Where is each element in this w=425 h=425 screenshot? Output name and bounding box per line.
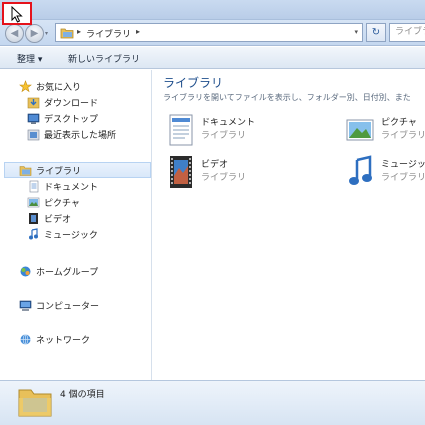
sidebar-item-label: お気に入り	[36, 82, 82, 93]
sidebar-item-label: ライブラリ	[36, 166, 82, 177]
sidebar-item-music[interactable]: ミュージック	[27, 226, 98, 242]
status-bar: 4 個の項目	[0, 380, 425, 425]
sidebar-item-recent-places[interactable]: 最近表示した場所	[27, 126, 116, 142]
command-toolbar: 整理 ▾ 新しいライブラリ	[0, 47, 425, 69]
documents-library-icon	[169, 114, 193, 146]
sidebar-item-network[interactable]: ネットワーク	[19, 331, 90, 347]
sidebar-item-pictures[interactable]: ピクチャ	[27, 194, 80, 210]
sidebar-item-label: ホームグループ	[36, 267, 99, 278]
refresh-button[interactable]: ↻	[366, 23, 386, 42]
library-item-music[interactable]: ミュージック ライブラリ	[345, 154, 425, 194]
library-item-name: ピクチャ	[381, 118, 417, 128]
library-folder-icon	[19, 165, 32, 176]
videos-library-icon	[170, 156, 192, 188]
music-icon	[29, 227, 38, 239]
homegroup-icon	[20, 266, 31, 276]
documents-icon	[29, 180, 39, 192]
sidebar-item-label: デスクトップ	[44, 114, 99, 125]
library-folder-icon	[60, 28, 74, 39]
music-library-icon	[349, 155, 372, 185]
sidebar-item-favorites[interactable]: お気に入り	[19, 78, 81, 94]
address-separator[interactable]: ▸	[136, 27, 140, 36]
sidebar-item-label: コンピューター	[36, 301, 100, 312]
forward-arrow-icon: ▶	[30, 28, 39, 39]
back-arrow-icon: ◀	[10, 28, 19, 39]
sidebar-item-downloads[interactable]: ダウンロード	[27, 94, 98, 110]
search-placeholder: ライブラリの検索	[395, 27, 425, 37]
sidebar-item-desktop[interactable]: デスクトップ	[27, 110, 98, 126]
sidebar-item-computer[interactable]: コンピューター	[19, 297, 99, 313]
sidebar-item-label: ダウンロード	[44, 98, 99, 109]
download-folder-icon	[27, 97, 40, 108]
library-item-videos[interactable]: ビデオ ライブラリ	[165, 154, 295, 194]
mouse-cursor-highlight	[2, 2, 32, 25]
library-item-pictures[interactable]: ピクチャ ライブラリ	[345, 112, 425, 152]
videos-icon	[29, 212, 38, 224]
pictures-library-icon	[346, 119, 374, 141]
network-icon	[20, 333, 31, 345]
pictures-icon	[27, 197, 40, 207]
sidebar-item-homegroup[interactable]: ホームグループ	[19, 263, 98, 279]
page-title: ライブラリ	[163, 76, 224, 90]
navigation-bar: ◀ ▶ ▾ ▸ ライブラリ ▸ ▾ ↻ ライブラリの検索	[0, 20, 425, 46]
refresh-icon: ↻	[371, 27, 381, 38]
sidebar-item-videos[interactable]: ビデオ	[27, 210, 71, 226]
forward-button[interactable]: ▶	[25, 24, 44, 43]
new-library-button[interactable]: 新しいライブラリ	[68, 52, 140, 65]
sidebar-item-label: ビデオ	[44, 214, 72, 225]
sidebar-item-libraries[interactable]: ライブラリ	[4, 162, 151, 178]
recent-places-icon	[27, 129, 40, 140]
sidebar-item-label: ドキュメント	[44, 182, 99, 193]
breadcrumb-libraries[interactable]: ライブラリ	[86, 27, 131, 40]
library-item-type: ライブラリ	[201, 131, 247, 141]
desktop-icon	[27, 113, 40, 124]
navigation-pane: お気に入り ダウンロード デスクトップ 最近表示した場所 ライブラリ ドキュメン…	[0, 70, 152, 380]
address-bar[interactable]: ▸ ライブラリ ▸ ▾	[55, 23, 363, 42]
organize-button[interactable]: 整理 ▾	[17, 52, 42, 65]
library-item-type: ライブラリ	[201, 173, 247, 183]
sidebar-item-documents[interactable]: ドキュメント	[27, 178, 98, 194]
library-item-documents[interactable]: ドキュメント ライブラリ	[165, 112, 295, 152]
cursor-arrow-icon	[11, 6, 23, 23]
library-item-name: ビデオ	[201, 160, 229, 170]
library-item-type: ライブラリ	[381, 131, 425, 141]
computer-icon	[19, 300, 32, 311]
page-description: ライブラリを開いてファイルを表示し、フォルダー別、日付別、また	[163, 93, 411, 102]
item-count: 4 個の項目	[60, 390, 105, 400]
sidebar-item-label: ネットワーク	[36, 335, 91, 346]
sidebar-item-label: ミュージック	[44, 230, 98, 241]
library-item-name: ミュージック	[381, 160, 425, 170]
content-pane: ライブラリ ライブラリを開いてファイルを表示し、フォルダー別、日付別、また ドキ…	[153, 70, 425, 380]
library-item-type: ライブラリ	[381, 173, 425, 183]
library-item-name: ドキュメント	[201, 118, 256, 128]
back-button[interactable]: ◀	[5, 24, 24, 43]
sidebar-item-label: ピクチャ	[44, 198, 80, 209]
star-icon	[19, 79, 32, 92]
recent-pages-dropdown[interactable]: ▾	[45, 30, 48, 37]
search-input[interactable]: ライブラリの検索	[389, 23, 425, 42]
title-bar	[0, 0, 425, 20]
library-folder-large-icon	[18, 389, 52, 417]
address-separator: ▸	[77, 27, 82, 36]
address-dropdown-icon[interactable]: ▾	[354, 28, 358, 36]
sidebar-item-label: 最近表示した場所	[44, 130, 117, 141]
